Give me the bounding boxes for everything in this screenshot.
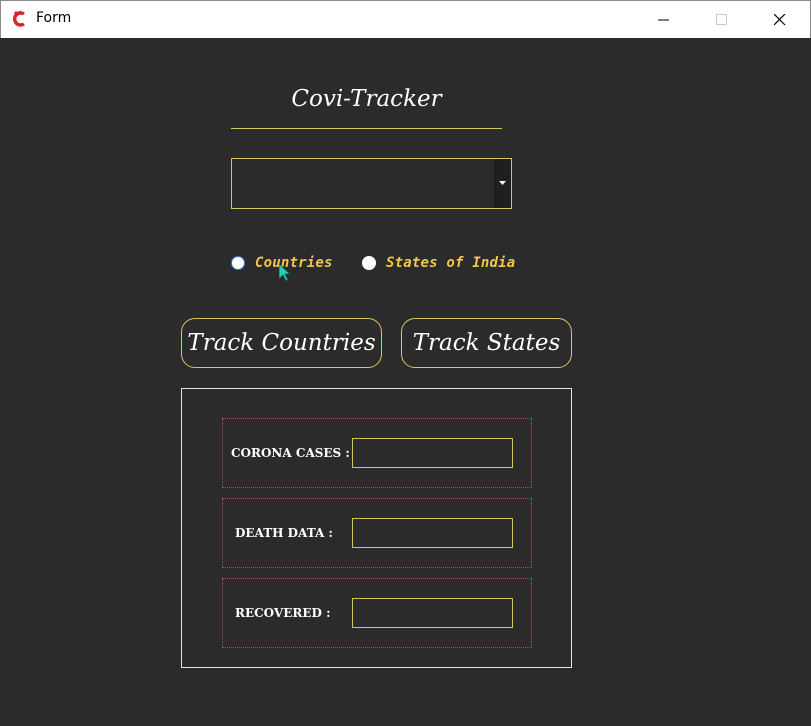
location-dropdown[interactable] <box>231 158 512 209</box>
maximize-button[interactable] <box>699 1 745 38</box>
track-states-button[interactable]: Track States <box>401 318 572 368</box>
window-title: Form <box>36 10 72 26</box>
track-countries-button[interactable]: Track Countries <box>181 318 382 368</box>
title-bar: Form <box>0 0 811 38</box>
states-radio-label[interactable]: States of India <box>386 255 515 271</box>
close-button[interactable] <box>757 1 803 38</box>
countries-radio-label[interactable]: Countries <box>255 255 333 271</box>
dropdown-arrow-button[interactable] <box>494 159 511 208</box>
mouse-cursor-icon <box>279 264 291 282</box>
death-data-label: DEATH DATA : <box>235 526 333 540</box>
minimize-icon <box>658 19 669 21</box>
app-logo-icon <box>11 10 29 28</box>
death-data-group: DEATH DATA : <box>222 498 532 568</box>
corona-cases-label: CORONA CASES : <box>231 446 350 460</box>
countries-radio[interactable] <box>231 256 245 270</box>
app-heading: Covi-Tracker <box>291 86 442 112</box>
recovered-field[interactable] <box>352 598 513 628</box>
death-data-field[interactable] <box>352 518 513 548</box>
recovered-label: RECOVERED : <box>235 606 331 620</box>
chevron-down-icon <box>499 181 506 185</box>
results-panel: CORONA CASES : DEATH DATA : RECOVERED : <box>181 388 572 668</box>
states-radio[interactable] <box>362 256 376 270</box>
recovered-group: RECOVERED : <box>222 578 532 648</box>
close-icon <box>774 14 786 26</box>
form-client-area: Covi-Tracker Countries States of India T… <box>0 38 811 726</box>
maximize-icon <box>716 14 727 25</box>
heading-underline <box>231 128 502 129</box>
minimize-button[interactable] <box>641 1 687 38</box>
corona-cases-group: CORONA CASES : <box>222 418 532 488</box>
corona-cases-field[interactable] <box>352 438 513 468</box>
